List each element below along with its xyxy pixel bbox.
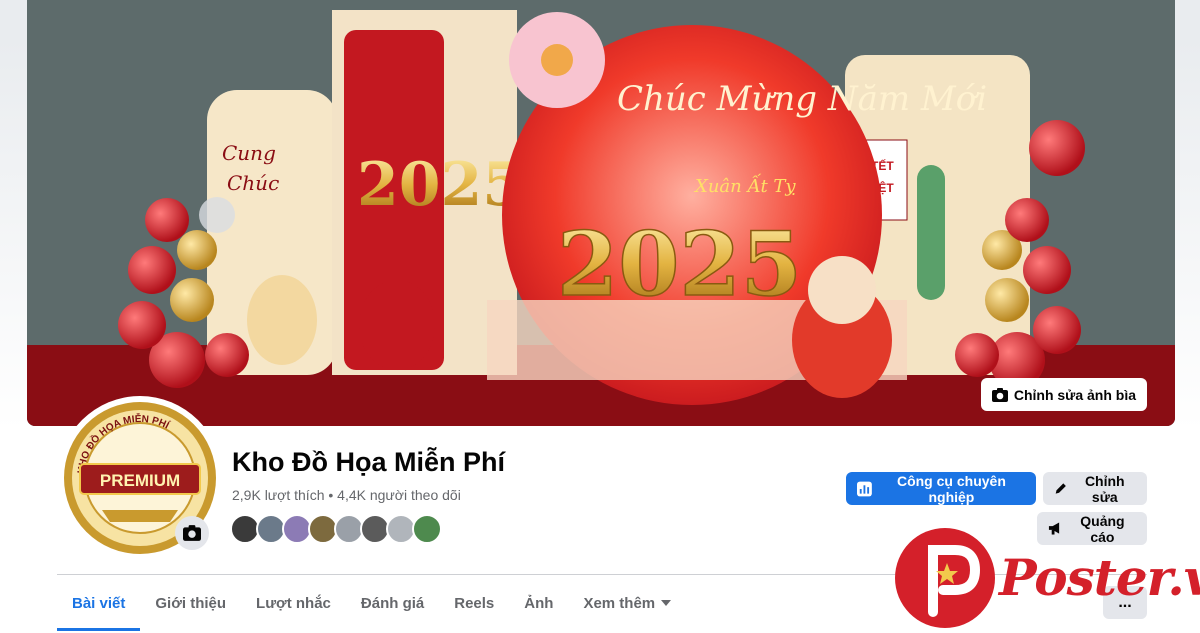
tab-posts[interactable]: Bài viết (57, 575, 141, 631)
cover-illustration: 2025 Cung Chúc TẾT VIỆT Chúc Mừng Năm Mớ… (27, 0, 1175, 426)
cover-greeting: Chúc Mừng Năm Mới (617, 79, 987, 119)
page-title[interactable]: Kho Đồ Họa Miễn Phí (232, 447, 505, 478)
edit-cover-button[interactable]: Chỉnh sửa ảnh bìa (980, 378, 1147, 411)
professional-tools-label: Công cụ chuyên nghiệp (896, 472, 1006, 505)
cover-subtitle: Xuân Ất Tỵ (693, 172, 796, 197)
chart-icon (857, 481, 872, 496)
watermark-text: Poster.vn (999, 548, 1200, 607)
avatar-badge-text: PREMIUM (100, 471, 180, 490)
tab-label: Ảnh (524, 594, 554, 612)
tab-mentions[interactable]: Lượt nhắc (241, 575, 346, 631)
tab-label: Reels (454, 594, 495, 612)
watermark-logo (895, 528, 995, 628)
follower-avatars[interactable] (230, 514, 442, 544)
tab-label: Lượt nhắc (256, 594, 331, 612)
cover-year-left: 2025 (357, 150, 524, 220)
pencil-icon (1055, 483, 1066, 494)
page-tabs: Bài viết Giới thiệu Lượt nhắc Đánh giá R… (57, 575, 686, 631)
tab-about[interactable]: Giới thiệu (140, 575, 241, 631)
tab-label: Bài viết (72, 594, 126, 612)
tab-label: Đánh giá (360, 594, 425, 612)
edit-page-button[interactable]: Chỉnh sửa (1043, 472, 1147, 505)
cover-year-center: 2025 (557, 212, 802, 316)
change-avatar-button[interactable] (175, 516, 209, 550)
tab-more[interactable]: Xem thêm (568, 575, 686, 631)
tab-reviews[interactable]: Đánh giá (346, 575, 439, 631)
edit-cover-label: Chỉnh sửa ảnh bìa (1013, 386, 1136, 403)
page-stats[interactable]: 2,9K lượt thích • 4,4K người theo dõi (232, 487, 461, 503)
tab-photos[interactable]: Ảnh (509, 575, 568, 631)
follower-avatar[interactable] (412, 514, 442, 544)
svg-text:Chúc: Chúc (227, 171, 279, 195)
edit-page-label: Chỉnh sửa (1084, 472, 1125, 505)
cover-photo[interactable]: 2025 Cung Chúc TẾT VIỆT Chúc Mừng Năm Mớ… (27, 0, 1175, 426)
tab-label: Giới thiệu (155, 594, 227, 612)
svg-text:Cung: Cung (222, 141, 276, 165)
logo-p-icon (928, 545, 981, 617)
camera-icon (183, 525, 201, 541)
caret-down-icon (661, 600, 672, 606)
poster-watermark: Poster.vn (895, 528, 1200, 628)
tab-label: Xem thêm (583, 594, 656, 612)
professional-tools-button[interactable]: Công cụ chuyên nghiệp (846, 472, 1036, 505)
camera-icon (991, 387, 1008, 402)
tab-reels[interactable]: Reels (439, 575, 509, 631)
